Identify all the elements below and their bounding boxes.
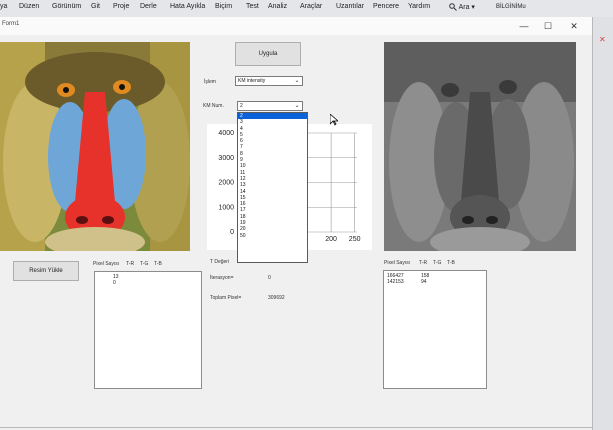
menu-item-8[interactable]: Test <box>246 3 259 10</box>
y-tick-label: 2000 <box>218 180 234 187</box>
apply-button[interactable]: Uygula <box>235 42 301 66</box>
list-item: 0 <box>113 280 116 286</box>
menu-item-4[interactable]: Proje <box>113 3 129 10</box>
column-header: T-R <box>419 260 428 266</box>
menu-item-2[interactable]: Görünüm <box>52 3 81 10</box>
column-header: T-G <box>433 260 442 266</box>
list-item: 142153 94 <box>387 279 486 285</box>
menu-item-3[interactable]: Git <box>91 3 100 10</box>
mouse-cursor-icon <box>330 114 338 126</box>
column-header: T-B <box>447 260 455 266</box>
left-result-list[interactable]: 13 0 <box>94 271 202 389</box>
menu-item-9[interactable]: Analiz <box>268 3 287 10</box>
km-number-select-value: 2 <box>240 103 243 109</box>
t-value-label: T Değeri <box>210 259 230 265</box>
y-tick-label: 0 <box>230 229 234 236</box>
menu-item-1[interactable]: Düzen <box>19 3 39 10</box>
menu-item-12[interactable]: Pencere <box>373 3 399 10</box>
y-tick-label: 1000 <box>218 204 234 211</box>
x-tick-label: 250 <box>349 236 361 243</box>
y-tick-label: 3000 <box>218 155 234 162</box>
operation-select-value: KM intensity <box>238 78 266 84</box>
iteration-value: 0 <box>268 275 271 281</box>
dropdown-option[interactable]: 50 <box>238 233 307 239</box>
column-header: T-G <box>140 261 149 267</box>
close-icon[interactable]: ✕ <box>599 35 606 44</box>
cluster-value: 94 <box>421 279 427 285</box>
chevron-down-icon: ⌄ <box>294 103 300 109</box>
km-number-dropdown-list[interactable]: 2 3 4 5 6 7 8 9 10 11 12 13 14 15 16 17 18 19 20 50 <box>237 112 308 263</box>
x-tick-label: 200 <box>325 236 337 243</box>
segmented-image <box>384 42 576 251</box>
y-tick-label: 4000 <box>218 130 234 137</box>
menu-bar: ya Düzen Görünüm Git Proje Derle Hata Ayıkla Bi… <box>0 0 613 18</box>
km-number-label: KM Num. <box>203 103 224 109</box>
right-result-list[interactable]: 166427 158 142153 94 <box>383 270 487 389</box>
km-number-select[interactable]: 2 ⌄ <box>237 101 303 111</box>
iteration-label: İterasyon= <box>210 275 234 281</box>
original-image <box>0 42 190 251</box>
mandrill-color-picture <box>0 42 190 251</box>
menu-item-7[interactable]: Biçim <box>215 3 232 10</box>
chevron-down-icon: ⌄ <box>294 78 300 84</box>
solution-name-label: BİLGİNİMu <box>496 4 526 10</box>
mandrill-gray-picture <box>384 42 576 251</box>
search-label: Ara ▾ <box>458 4 475 11</box>
column-header: T-R <box>126 261 135 267</box>
ide-side-strip: ✕ <box>593 17 613 430</box>
close-button[interactable]: ✕ <box>564 18 584 34</box>
column-header: T-B <box>154 261 162 267</box>
window-title: Form1 <box>2 21 20 27</box>
title-bar: Form1 — ☐ ✕ <box>0 17 592 35</box>
pixel-count: 142153 <box>387 279 404 285</box>
menu-item-13[interactable]: Yardım <box>408 3 430 10</box>
menu-item-10[interactable]: Araçlar <box>300 3 322 10</box>
minimize-button[interactable]: — <box>514 18 534 34</box>
menu-item-5[interactable]: Derle <box>140 3 157 10</box>
column-header: Pixel Sayısı <box>384 260 411 266</box>
load-image-button[interactable]: Resim Yükle <box>13 261 79 281</box>
menu-item-6[interactable]: Hata Ayıkla <box>170 3 205 10</box>
total-pixel-value: 309692 <box>268 295 285 301</box>
total-pixel-label: Toplam Pixel= <box>210 295 242 301</box>
form-window: Form1 — ☐ ✕ Uygula İşlem KM intensity ⌄ … <box>0 17 593 430</box>
operation-select[interactable]: KM intensity ⌄ <box>235 76 303 86</box>
menu-item-0[interactable]: ya <box>0 3 7 10</box>
operation-label: İşlem <box>204 79 216 85</box>
window-bottom-divider <box>0 427 592 428</box>
search-box[interactable]: Ara ▾ <box>449 2 483 14</box>
column-header: Pixel Sayısı <box>93 261 120 267</box>
search-icon <box>449 3 457 12</box>
menu-item-11[interactable]: Uzantılar <box>336 3 364 10</box>
maximize-button[interactable]: ☐ <box>538 18 558 34</box>
